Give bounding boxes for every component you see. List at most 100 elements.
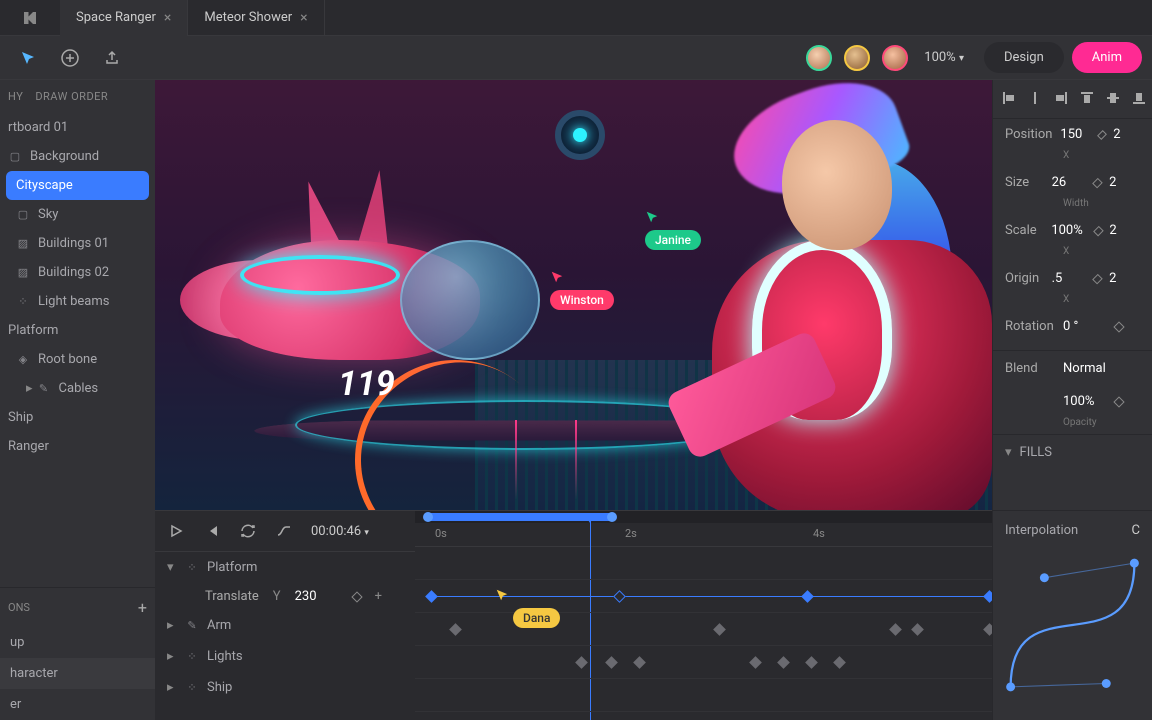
keyframe[interactable] [713,623,726,636]
keyframe-icon[interactable] [1093,225,1103,235]
design-mode-button[interactable]: Design [984,42,1064,73]
tree-item-platform[interactable]: Platform [0,316,155,345]
timeline-track-platform[interactable]: ▾⁘Platform [155,552,415,583]
keyframe-toggle-icon[interactable] [351,591,362,602]
loop-icon[interactable] [239,522,257,540]
tree-item-sky[interactable]: ▢Sky [0,200,155,229]
timeline-track-lights[interactable]: ▸⁘Lights [155,641,415,672]
keyframe[interactable] [777,656,790,669]
timeline-row[interactable] [415,679,992,712]
add-key-icon[interactable]: + [375,589,382,604]
align-bottom-icon[interactable] [1131,90,1147,108]
tree-item-ship[interactable]: Ship [0,403,155,432]
align-center-h-icon[interactable] [1027,90,1043,108]
avatar[interactable] [806,45,832,71]
cursor-tool-icon[interactable] [16,46,40,70]
align-left-icon[interactable] [1001,90,1017,108]
keyframe-icon[interactable] [1093,273,1103,283]
tab-meteor-shower[interactable]: Meteor Shower × [188,0,324,36]
keyframe[interactable] [805,656,818,669]
export-icon[interactable] [100,46,124,70]
tree-item-artboard[interactable]: rtboard 01 [0,113,155,142]
keyframe[interactable] [425,590,438,603]
draw-order-tab[interactable]: DRAW ORDER [35,90,108,103]
align-tools [993,80,1152,119]
zoom-level[interactable]: 100% ▾ [924,50,964,65]
keyframe-icon[interactable] [1113,321,1124,332]
keyframe-icon[interactable] [1113,396,1124,407]
chevron-down-icon[interactable]: ▾ [1005,445,1012,460]
interpolation-curve[interactable] [1005,550,1140,700]
curve-icon[interactable] [275,522,293,540]
add-action-icon[interactable]: + [138,598,147,617]
fills-section-label[interactable]: FILLS [1020,445,1052,460]
action-item[interactable]: up [0,627,155,658]
titlebar: Space Ranger × Meteor Shower × [0,0,1152,36]
hierarchy-tab[interactable]: HY [8,90,23,103]
keyframe[interactable] [613,590,626,603]
tree-item-buildings02[interactable]: ▨Buildings 02 [0,258,155,287]
group-icon: ⁘ [16,295,30,309]
app-logo[interactable] [0,9,60,27]
animate-mode-button[interactable]: Anim [1072,42,1142,73]
tab-label: Space Ranger [76,10,156,25]
close-icon[interactable]: × [300,10,307,26]
timeline-row[interactable] [415,613,992,646]
align-center-v-icon[interactable] [1105,90,1121,108]
action-item[interactable]: haracter [0,658,155,689]
tab-label: Meteor Shower [204,10,292,25]
size-w-input[interactable]: 26 [1052,175,1083,190]
keyframe[interactable] [911,623,924,636]
timeline-row[interactable] [415,547,992,580]
tree-item-cables[interactable]: ▸✎Cables [0,374,155,403]
keyframe[interactable] [449,623,462,636]
add-icon[interactable] [58,46,82,70]
timeline-ruler[interactable]: 0s 2s 4s 6s [415,523,992,547]
keyframe[interactable] [749,656,762,669]
keyframe-icon[interactable] [1093,177,1103,187]
keyframe-icon[interactable] [1097,130,1107,140]
keyframe[interactable] [575,656,588,669]
tree-item-rootbone[interactable]: ◈Root bone [0,345,155,374]
action-item[interactable]: er [0,689,155,720]
timeline-translate-row[interactable]: Translate Y 230 + [155,583,415,610]
actions-header-label: ONS [8,601,30,614]
align-top-icon[interactable] [1079,90,1095,108]
timeline-track-arm[interactable]: ▸✎Arm [155,610,415,641]
blend-mode-select[interactable]: Normal [1063,361,1103,376]
skip-start-icon[interactable] [203,522,221,540]
keyframe[interactable] [833,656,846,669]
keyframe[interactable] [633,656,646,669]
close-icon[interactable]: × [164,10,171,26]
timeline-time[interactable]: 00:00:46 ▾ [311,524,369,539]
align-right-icon[interactable] [1053,90,1069,108]
timeline-row[interactable] [415,646,992,679]
timeline-track-ship[interactable]: ▸⁘Ship [155,672,415,703]
art-ship: 119 [180,180,560,440]
timeline-graph[interactable]: 0s 2s 4s 6s Dana [415,511,992,720]
position-x-input[interactable]: 150 [1060,127,1087,142]
origin-x-input[interactable]: .5 [1052,271,1083,286]
avatar[interactable] [844,45,870,71]
tab-space-ranger[interactable]: Space Ranger × [60,0,188,36]
avatar[interactable] [882,45,908,71]
tree-item-ranger[interactable]: Ranger [0,432,155,461]
canvas[interactable]: 119 Janine Winston [155,80,992,510]
rotation-input[interactable]: 0 ° [1063,319,1103,334]
collab-cursor-janine: Janine [645,210,701,250]
tree-item-cityscape[interactable]: Cityscape [6,171,149,200]
tree-item-buildings01[interactable]: ▨Buildings 01 [0,229,155,258]
translate-value[interactable]: 230 [295,589,335,604]
keyframe[interactable] [801,590,814,603]
group-icon: ⁘ [185,561,199,575]
keyframe[interactable] [605,656,618,669]
play-icon[interactable] [167,522,185,540]
opacity-input[interactable]: 100% [1063,394,1103,409]
pen-icon: ✎ [37,382,51,396]
timeline-row[interactable]: Dana [415,580,992,613]
keyframe[interactable] [889,623,902,636]
scale-x-input[interactable]: 100% [1051,223,1082,238]
tree-item-background[interactable]: ▢Background [0,142,155,171]
ship-number: 119 [338,364,395,404]
tree-item-lightbeams[interactable]: ⁘Light beams [0,287,155,316]
